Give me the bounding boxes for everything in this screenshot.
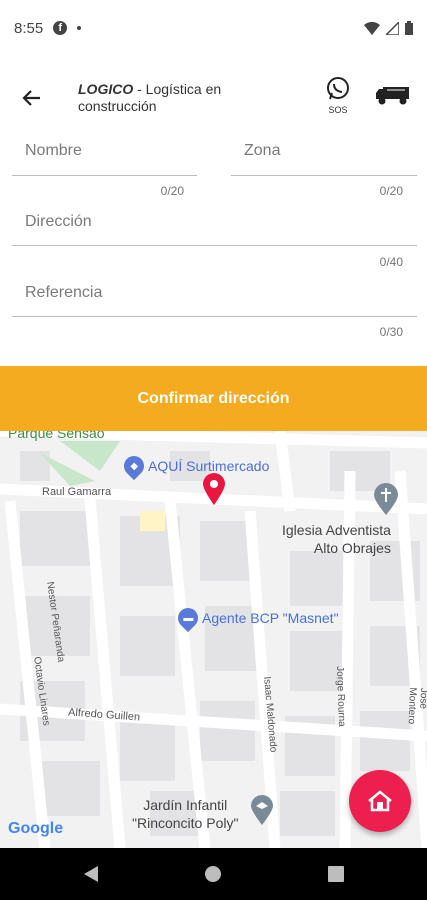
bank-icon: ▬	[173, 603, 203, 633]
street-jose: José Montero	[405, 687, 427, 725]
truck-icon	[376, 87, 409, 105]
home-fab-button[interactable]	[349, 770, 411, 832]
nombre-placeholder: Nombre	[25, 142, 82, 159]
battery-icon	[405, 21, 413, 35]
poi-jardin-line1: Jardín Infantil	[143, 797, 228, 813]
confirm-address-button[interactable]: Confirmar dirección	[0, 366, 427, 431]
poi-church-line1: Iglesia Adventista	[282, 522, 391, 538]
street-jorge: Jorge Rourna	[334, 666, 348, 727]
sos-button[interactable]: SOS	[323, 76, 353, 115]
nav-recents-icon[interactable]	[328, 866, 344, 882]
zona-counter: 0/20	[379, 184, 403, 198]
poi-market[interactable]: ◆ AQUÍ Surtimercado	[119, 451, 270, 481]
sos-label: SOS	[328, 105, 348, 115]
facebook-notification-icon: f	[53, 21, 68, 35]
whatsapp-icon	[327, 77, 349, 100]
zona-field[interactable]: Zona	[231, 142, 417, 176]
direccion-placeholder: Dirección	[25, 213, 92, 230]
notification-dot-icon	[77, 26, 82, 30]
zona-placeholder: Zona	[244, 142, 281, 159]
back-button[interactable]	[12, 78, 52, 118]
direccion-counter: 0/40	[379, 255, 403, 269]
referencia-placeholder: Referencia	[25, 284, 103, 301]
nombre-counter: 0/20	[160, 184, 184, 198]
home-icon	[368, 790, 392, 812]
status-time: 8:55	[14, 19, 44, 37]
google-logo: Google	[8, 820, 64, 837]
nav-back-icon[interactable]	[82, 865, 100, 883]
poi-jardin-line2: "Rinconcito Poly"	[132, 815, 239, 831]
signal-icon	[386, 21, 399, 35]
direccion-field[interactable]: Dirección	[12, 213, 417, 246]
app-bar: LOGICO - Logística en construcción SOS	[0, 70, 427, 126]
status-bar: 8:55 f	[0, 0, 427, 56]
page-title: LOGICO - Logística en construcción	[78, 81, 278, 115]
nombre-field[interactable]: Nombre	[12, 142, 197, 176]
poi-bcp-label: Agente BCP "Masnet"	[202, 610, 339, 626]
map-label-park: Parque Sensao	[8, 431, 105, 441]
poi-church[interactable]: Iglesia Adventista Alto Obrajes	[282, 521, 391, 557]
shopping-icon: ◆	[119, 451, 149, 481]
poi-market-label: AQUÍ Surtimercado	[148, 458, 270, 474]
poi-church-line2: Alto Obrajes	[313, 540, 391, 556]
street-raul-gamarra: Raul Gamarra	[42, 486, 112, 498]
poi-jardin[interactable]: Jardín Infantil "Rinconcito Poly"	[132, 796, 238, 832]
back-arrow-icon	[22, 90, 40, 106]
referencia-field[interactable]: Referencia	[12, 284, 417, 317]
system-nav-bar	[0, 848, 427, 900]
wifi-icon	[364, 21, 380, 35]
referencia-counter: 0/30	[379, 325, 403, 339]
title-brand: LOGICO	[78, 81, 134, 97]
nav-home-icon[interactable]	[204, 865, 222, 883]
status-icons	[364, 21, 413, 35]
poi-bcp[interactable]: ▬ Agente BCP "Masnet"	[173, 603, 339, 633]
truck-button[interactable]	[375, 84, 411, 111]
